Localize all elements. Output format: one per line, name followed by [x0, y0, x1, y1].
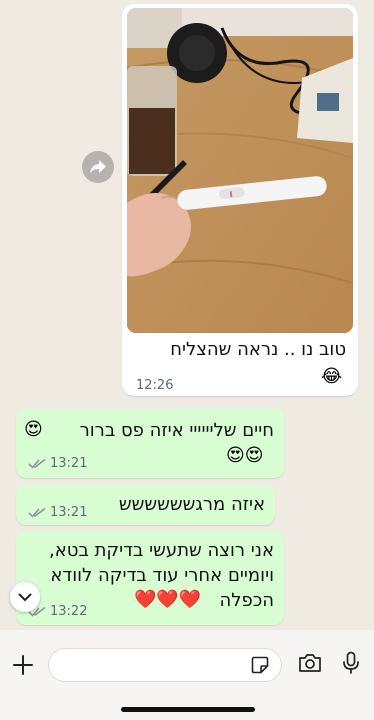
sticker-icon	[251, 656, 269, 674]
message-meta: 13:21	[28, 456, 87, 471]
message-input[interactable]	[61, 649, 245, 683]
message-text: איזה מרגשששששש	[118, 494, 265, 515]
message-meta: 13:21	[28, 505, 87, 520]
incoming-image-message[interactable]: טוב נו .. נראה שהצליח 😂 12:26	[122, 4, 358, 396]
microphone-button[interactable]	[342, 651, 360, 679]
message-text: אני רוצה שתעשי בדיקת בטא,	[49, 540, 274, 561]
double-check-icon	[28, 507, 46, 518]
forward-icon	[90, 160, 106, 174]
message-time: 13:21	[50, 456, 88, 471]
message-time: 12:26	[136, 378, 174, 393]
heart-emojis: ❤️❤️❤️	[134, 589, 202, 610]
sticker-button[interactable]	[251, 656, 269, 678]
message-text: הכפלה	[219, 590, 274, 611]
attach-button[interactable]	[12, 654, 34, 680]
home-indicator	[121, 707, 255, 712]
message-text: חיים שליייייי איזה פס ברור	[79, 420, 274, 441]
scroll-down-button[interactable]	[10, 582, 40, 612]
chevron-down-icon	[18, 593, 32, 601]
plus-icon	[13, 655, 33, 675]
caption-emoji: 😂	[321, 366, 343, 387]
message-text: ויומיים אחרי עוד בדיקה לוודא	[50, 565, 274, 586]
message-time: 13:22	[50, 604, 88, 619]
forward-button[interactable]	[82, 151, 114, 183]
message-time: 13:21	[50, 505, 88, 520]
outgoing-message[interactable]: איזה מרגשששששש 13:21	[16, 485, 275, 525]
message-emoji: 😍	[24, 419, 43, 440]
photo-pregnancy-test[interactable]	[127, 8, 353, 333]
image-caption: טוב נו .. נראה שהצליח	[170, 339, 346, 360]
double-check-icon	[28, 458, 46, 469]
camera-button[interactable]	[298, 653, 322, 677]
camera-icon	[299, 654, 321, 672]
message-input-wrapper[interactable]	[48, 648, 282, 683]
microphone-icon	[343, 651, 359, 674]
message-emoji: 😍😍	[226, 445, 264, 466]
chat-area[interactable]: טוב נו .. נראה שהצליח 😂 12:26 חיים שלייי…	[0, 0, 374, 630]
message-meta: 13:22	[28, 604, 87, 619]
outgoing-message[interactable]: חיים שליייייי איזה פס ברור 😍 😍😍 13:21	[16, 408, 284, 478]
outgoing-message[interactable]: אני רוצה שתעשי בדיקת בטא, ויומיים אחרי ע…	[16, 531, 284, 625]
